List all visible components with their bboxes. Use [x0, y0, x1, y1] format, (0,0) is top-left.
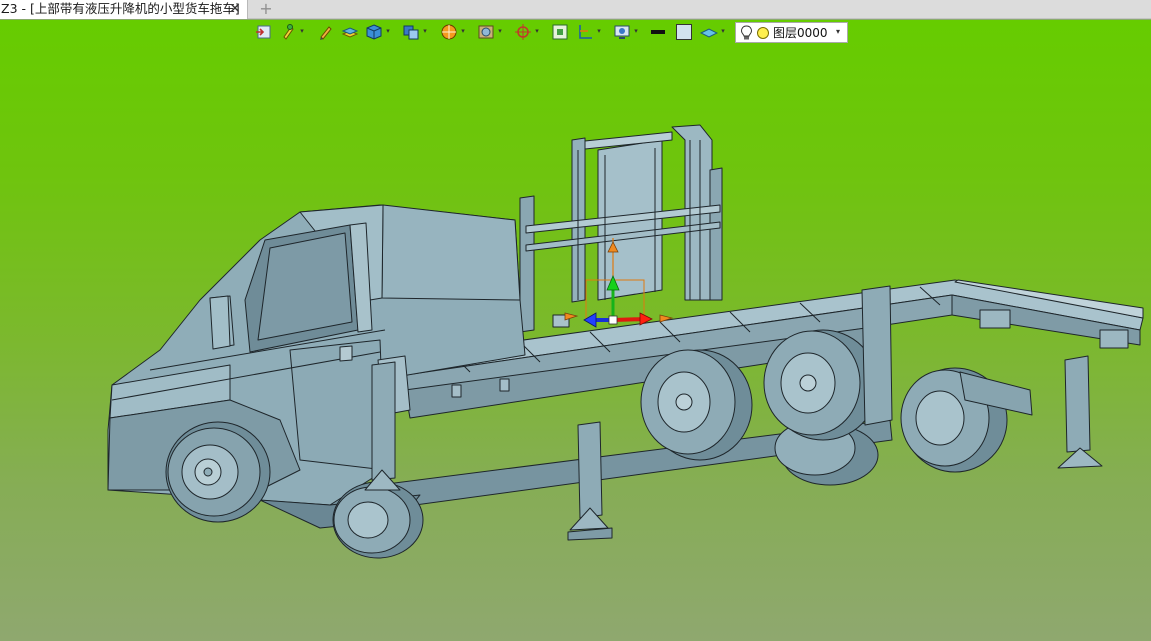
chevron-down-icon[interactable]: ▾	[460, 27, 466, 35]
datum-axis-icon[interactable]	[576, 23, 594, 41]
chevron-down-icon[interactable]: ▾	[385, 27, 391, 35]
front-wheel	[165, 421, 271, 523]
chevron-down-icon[interactable]: ▾	[534, 27, 540, 35]
view-blocks-icon[interactable]	[402, 23, 420, 41]
import-icon[interactable]	[255, 23, 273, 41]
texture-view-icon[interactable]	[477, 23, 495, 41]
chevron-down-icon[interactable]: ▾	[720, 27, 726, 35]
layer-stack-icon[interactable]	[341, 23, 359, 41]
layer-color-dot-icon[interactable]	[757, 27, 769, 39]
chevron-down-icon[interactable]: ▾	[633, 27, 639, 35]
sketch-pencil-icon[interactable]	[317, 23, 335, 41]
close-tab-icon[interactable]: ✕	[228, 1, 242, 17]
workplane-icon[interactable]	[700, 23, 718, 41]
document-tab-title: Z3 - [上部带有液压升降机的小型货车拖车]	[1, 1, 240, 16]
pointer-pen-icon[interactable]	[279, 23, 297, 41]
truck-trailer-model	[107, 124, 1144, 559]
layer-name: 图层0000	[773, 26, 828, 40]
line-weight-icon[interactable]	[649, 23, 667, 41]
chevron-down-icon[interactable]: ▾	[497, 27, 503, 35]
color-swatch-icon[interactable]	[675, 23, 693, 41]
chevron-down-icon[interactable]: ▾	[422, 27, 428, 35]
document-tab[interactable]: Z3 - [上部带有液压升降机的小型货车拖车] ✕	[0, 0, 248, 19]
3d-viewport[interactable]: ▾ ▾ ▾ ▾ ▾ ▾ ▾ ▾ ▾ 图层0000 ▾	[0, 20, 1151, 641]
layer-selector[interactable]: 图层0000 ▾	[735, 22, 848, 43]
hydraulic-lift-mast	[519, 124, 723, 333]
chevron-down-icon[interactable]: ▾	[836, 25, 840, 39]
side-mirror	[209, 295, 231, 350]
lightbulb-icon[interactable]	[740, 25, 753, 41]
render-sphere-icon[interactable]	[440, 23, 458, 41]
rear-cab-wheel	[332, 481, 424, 559]
viewport-toolbar: ▾ ▾ ▾ ▾ ▾ ▾ ▾ ▾ ▾ 图层0000 ▾	[0, 20, 1151, 47]
document-tab-bar: Z3 - [上部带有液压升降机的小型货车拖车] ✕ +	[0, 0, 1151, 19]
display-settings-icon[interactable]	[613, 23, 631, 41]
chevron-down-icon[interactable]: ▾	[299, 27, 305, 35]
fit-view-icon[interactable]	[551, 23, 569, 41]
snap-target-icon[interactable]	[514, 23, 532, 41]
chevron-down-icon[interactable]: ▾	[596, 27, 602, 35]
new-tab-icon[interactable]: +	[258, 0, 274, 18]
shaded-cube-icon[interactable]	[365, 23, 383, 41]
